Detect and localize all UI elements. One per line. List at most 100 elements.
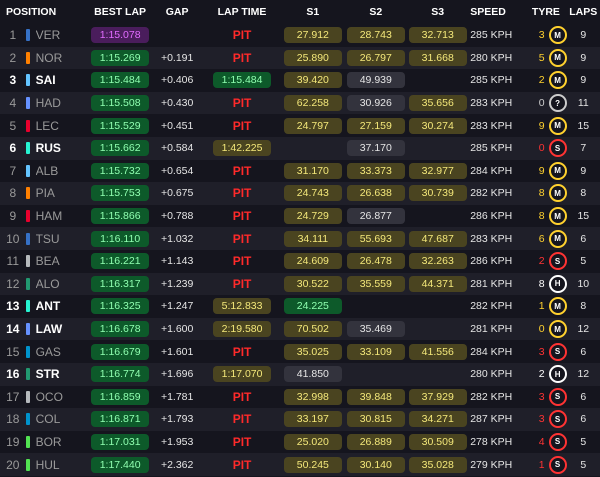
driver-code[interactable]: LAW bbox=[36, 322, 89, 336]
position-number: 12 bbox=[6, 276, 20, 291]
driver-code[interactable]: PIA bbox=[36, 186, 89, 200]
position-number: 4 bbox=[9, 96, 17, 111]
sector-2-time: 33.109 bbox=[346, 343, 405, 360]
laps-count: 6 bbox=[580, 345, 587, 358]
table-row[interactable]: 15 GAS 1:16.679 +1.601 PIT 35.025 33.109… bbox=[0, 340, 600, 363]
team-color-bar bbox=[25, 300, 30, 313]
sector-2-time: 30.815 bbox=[346, 411, 405, 428]
timing-board: POSITION BEST LAP GAP LAP TIME S1 S2 S3 … bbox=[0, 0, 600, 477]
driver-code[interactable]: SAI bbox=[36, 73, 89, 87]
tyre-age: 1 bbox=[538, 458, 545, 471]
driver-code[interactable]: RUS bbox=[36, 141, 89, 155]
table-row[interactable]: 6 RUS 1:15.662 +0.584 1:42.225 37.170 28… bbox=[0, 136, 600, 160]
sector-3-time: 35.028 bbox=[408, 456, 467, 473]
driver-code[interactable]: COL bbox=[36, 412, 89, 426]
position-number: 2 bbox=[9, 50, 17, 65]
gap-value: +1.143 bbox=[160, 255, 194, 268]
driver-code[interactable]: LEC bbox=[36, 119, 89, 133]
sector-1-time: 27.912 bbox=[283, 27, 342, 44]
team-color-bar bbox=[25, 74, 30, 87]
lap-time: PIT bbox=[232, 412, 252, 427]
driver-code[interactable]: HUL bbox=[36, 458, 89, 472]
driver-code[interactable]: ANT bbox=[36, 299, 89, 313]
lap-time: PIT bbox=[232, 231, 252, 246]
position-number: 18 bbox=[6, 412, 20, 427]
laps-count: 6 bbox=[580, 390, 587, 403]
table-row[interactable]: 1 VER 1:15.078 PIT 27.912 28.743 32.713 … bbox=[0, 24, 600, 47]
table-row[interactable]: 10 TSU 1:16.110 +1.032 PIT 34.111 55.693… bbox=[0, 227, 600, 250]
table-row[interactable]: 13 ANT 1:16.325 +1.247 5:12.833 24.225 2… bbox=[0, 295, 600, 318]
laps-count: 8 bbox=[580, 300, 587, 313]
header-laps[interactable]: LAPS bbox=[567, 6, 600, 18]
table-row[interactable]: 11 BEA 1:16.221 +1.143 PIT 24.609 26.478… bbox=[0, 250, 600, 273]
driver-code[interactable]: STR bbox=[36, 367, 89, 381]
table-row[interactable]: 16 STR 1:16.774 +1.696 1:17.070 41.850 2… bbox=[0, 362, 600, 386]
table-row[interactable]: 20 HUL 1:17.440 +2.362 PIT 50.245 30.140… bbox=[0, 453, 600, 476]
driver-code[interactable]: OCO bbox=[36, 390, 89, 404]
table-row[interactable]: 12 ALO 1:16.317 +1.239 PIT 30.522 35.559… bbox=[0, 272, 600, 296]
sector-3-time: 32.263 bbox=[408, 253, 467, 270]
sector-3-time bbox=[409, 327, 467, 331]
driver-code[interactable]: BOR bbox=[36, 435, 89, 449]
sector-2-time: 27.159 bbox=[346, 117, 405, 134]
driver-code[interactable]: NOR bbox=[36, 51, 89, 65]
table-row[interactable]: 3 SAI 1:15.484 +0.406 1:15.484 39.420 49… bbox=[0, 69, 600, 92]
tyre-age: 0 bbox=[538, 97, 545, 110]
driver-code[interactable]: HAD bbox=[36, 96, 89, 110]
tyre-age: 0 bbox=[538, 323, 545, 336]
sector-3-time: 31.668 bbox=[408, 49, 467, 66]
header-best-lap[interactable]: BEST LAP bbox=[89, 6, 152, 18]
header-s3[interactable]: S3 bbox=[407, 6, 468, 18]
laps-count: 15 bbox=[577, 210, 590, 223]
header-s2[interactable]: S2 bbox=[344, 6, 407, 18]
laps-count: 5 bbox=[580, 458, 587, 471]
table-row[interactable]: 17 OCO 1:16.859 +1.781 PIT 32.998 39.848… bbox=[0, 386, 600, 409]
best-lap-time: 1:15.508 bbox=[91, 95, 150, 112]
speed-value: 286 KPH bbox=[470, 210, 513, 223]
gap-value: +0.406 bbox=[160, 74, 194, 87]
table-row[interactable]: 18 COL 1:16.871 +1.793 PIT 33.197 30.815… bbox=[0, 408, 600, 431]
header-position[interactable]: POSITION bbox=[0, 6, 89, 18]
sector-2-time: 26.797 bbox=[346, 49, 405, 66]
driver-code[interactable]: HAM bbox=[36, 209, 89, 223]
sector-2-time: 26.638 bbox=[346, 185, 405, 202]
speed-value: 282 KPH bbox=[470, 390, 513, 403]
position-number: 10 bbox=[6, 231, 20, 246]
header-s1[interactable]: S1 bbox=[281, 6, 344, 18]
gap-value: +1.953 bbox=[160, 435, 194, 448]
table-row[interactable]: 7 ALB 1:15.732 +0.654 PIT 31.170 33.373 … bbox=[0, 160, 600, 183]
table-row[interactable]: 4 HAD 1:15.508 +0.430 PIT 62.258 30.926 … bbox=[0, 91, 600, 115]
table-row[interactable]: 9 HAM 1:15.866 +0.788 PIT 24.729 26.877 … bbox=[0, 205, 600, 228]
table-row[interactable]: 2 NOR 1:15.269 +0.191 PIT 25.890 26.797 … bbox=[0, 46, 600, 70]
header-gap[interactable]: GAP bbox=[152, 6, 203, 18]
lap-time: PIT bbox=[232, 389, 252, 404]
best-lap-time: 1:16.317 bbox=[91, 275, 150, 292]
best-lap-time: 1:16.774 bbox=[91, 366, 150, 383]
sector-1-time: 24.225 bbox=[283, 298, 342, 315]
sector-2-time: 28.743 bbox=[346, 27, 405, 44]
header-speed[interactable]: SPEED bbox=[468, 6, 525, 18]
driver-code[interactable]: TSU bbox=[36, 232, 89, 246]
team-color-bar bbox=[25, 210, 30, 223]
sector-3-time: 44.371 bbox=[408, 275, 467, 292]
tyre-compound-icon: H bbox=[548, 274, 567, 293]
best-lap-time: 1:15.753 bbox=[91, 185, 150, 202]
table-row[interactable]: 14 LAW 1:16.678 +1.600 2:19.580 70.502 3… bbox=[0, 317, 600, 341]
driver-code[interactable]: BEA bbox=[36, 254, 89, 268]
table-row[interactable]: 19 BOR 1:17.031 +1.953 PIT 25.020 26.889… bbox=[0, 431, 600, 454]
table-row[interactable]: 5 LEC 1:15.529 +0.451 PIT 24.797 27.159 … bbox=[0, 114, 600, 137]
driver-code[interactable]: ALB bbox=[36, 164, 89, 178]
best-lap-time: 1:15.662 bbox=[91, 140, 150, 157]
driver-code[interactable]: ALO bbox=[36, 277, 89, 291]
sector-3-time: 37.929 bbox=[408, 388, 467, 405]
gap-value: +0.654 bbox=[160, 164, 194, 177]
lap-time: 1:17.070 bbox=[213, 366, 272, 383]
speed-value: 280 KPH bbox=[470, 368, 513, 381]
header-lap-time[interactable]: LAP TIME bbox=[203, 6, 282, 18]
table-row[interactable]: 8 PIA 1:15.753 +0.675 PIT 24.743 26.638 … bbox=[0, 182, 600, 205]
header-tyre[interactable]: TYRE bbox=[525, 6, 566, 18]
laps-count: 9 bbox=[580, 74, 587, 87]
driver-code[interactable]: GAS bbox=[36, 345, 89, 359]
driver-code[interactable]: VER bbox=[36, 28, 89, 42]
team-color-bar bbox=[25, 142, 30, 155]
